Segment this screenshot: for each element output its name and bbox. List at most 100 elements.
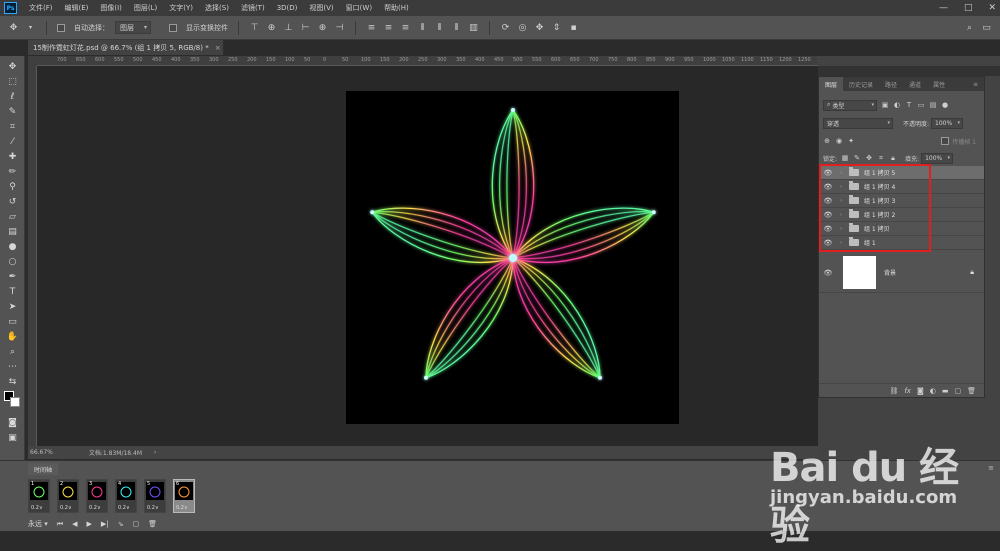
more-tools-icon[interactable]: ⋯ bbox=[4, 360, 21, 373]
horizontal-ruler[interactable]: 700 650 600 550 500 450 400 350 300 250 200 150 100 5… bbox=[37, 56, 818, 66]
lock-artboard-icon[interactable]: ⌗ bbox=[877, 154, 885, 162]
3d-slide-icon[interactable]: ⇕ bbox=[551, 22, 562, 33]
status-arrow-icon[interactable]: › bbox=[154, 449, 156, 456]
maximize-button[interactable]: □ bbox=[964, 3, 973, 13]
screen-mode-icon[interactable]: ▣ bbox=[4, 431, 21, 444]
visibility-eye-icon[interactable]: 👁︎ bbox=[823, 269, 833, 277]
zoom-tool-icon[interactable]: ⌕ bbox=[4, 345, 21, 358]
eyedropper-tool-icon[interactable]: ⁄ bbox=[4, 135, 21, 148]
play-icon[interactable]: ▶ bbox=[86, 520, 91, 528]
distribute-hcenter-icon[interactable]: ⦀ bbox=[434, 22, 445, 33]
first-frame-icon[interactable]: ⏮ bbox=[57, 520, 63, 529]
align-hcenter-icon[interactable]: ⊕ bbox=[317, 22, 328, 33]
filter-toggle-icon[interactable]: ● bbox=[941, 101, 949, 109]
propagate-checkbox[interactable] bbox=[941, 137, 952, 145]
frame-delay[interactable]: 0.2∨ bbox=[31, 505, 43, 511]
pen-tool-icon[interactable]: ✒ bbox=[4, 270, 21, 283]
3d-rotate-icon[interactable]: ⟳ bbox=[500, 22, 511, 33]
distribute-right-icon[interactable]: ⦀ bbox=[451, 22, 462, 33]
clone-stamp-tool-icon[interactable]: ⚲ bbox=[4, 180, 21, 193]
lasso-tool-icon[interactable]: ℓ bbox=[4, 90, 21, 103]
timeline-frame[interactable]: 4 0.2∨ bbox=[115, 479, 137, 513]
filter-adjustment-icon[interactable]: ◐ bbox=[893, 101, 901, 109]
tab-paths[interactable]: 路径 bbox=[879, 77, 903, 91]
unify-position-icon[interactable]: ⊕ bbox=[823, 137, 831, 145]
filter-type-icon[interactable]: T bbox=[905, 101, 913, 109]
menu-layer[interactable]: 图层(L) bbox=[128, 3, 163, 13]
background-color-swatch[interactable] bbox=[10, 397, 20, 407]
distribute-top-icon[interactable]: ≡ bbox=[366, 22, 377, 33]
align-bottom-icon[interactable]: ⊥ bbox=[283, 22, 294, 33]
type-tool-icon[interactable]: T bbox=[4, 285, 21, 298]
new-layer-icon[interactable]: ▢ bbox=[954, 387, 961, 395]
menu-file[interactable]: 文件(F) bbox=[23, 3, 59, 13]
menu-edit[interactable]: 编辑(E) bbox=[59, 3, 95, 13]
rectangle-tool-icon[interactable]: ▭ bbox=[4, 315, 21, 328]
gradient-tool-icon[interactable]: ▤ bbox=[4, 225, 21, 238]
close-window-button[interactable]: ✕ bbox=[988, 3, 996, 13]
distribute-left-icon[interactable]: ⦀ bbox=[417, 22, 428, 33]
align-vcenter-icon[interactable]: ⊕ bbox=[266, 22, 277, 33]
lock-image-icon[interactable]: ✎ bbox=[853, 154, 861, 162]
auto-align-icon[interactable]: ▥ bbox=[468, 22, 479, 33]
trash-icon[interactable]: 🗑︎ bbox=[967, 387, 976, 395]
blend-mode-dropdown[interactable]: 穿透 bbox=[823, 117, 893, 129]
marquee-tool-icon[interactable]: ⬚ bbox=[4, 75, 21, 88]
frame-delay[interactable]: 0.2∨ bbox=[118, 505, 130, 511]
link-layers-icon[interactable]: ⛓ bbox=[889, 387, 898, 395]
minimize-button[interactable]: — bbox=[939, 3, 948, 13]
frame-delay[interactable]: 0.2∨ bbox=[176, 505, 188, 511]
frame-delay[interactable]: 0.2∨ bbox=[147, 505, 159, 511]
filter-pixel-icon[interactable]: ▣ bbox=[881, 101, 889, 109]
panel-menu-icon[interactable]: ≡ bbox=[967, 77, 984, 91]
move-tool-icon[interactable]: ✥ bbox=[8, 22, 19, 33]
history-brush-tool-icon[interactable]: ↺ bbox=[4, 195, 21, 208]
panel-collapse-bar[interactable] bbox=[818, 66, 1000, 76]
filter-smart-object-icon[interactable]: ▤ bbox=[929, 101, 937, 109]
menu-select[interactable]: 选择(S) bbox=[199, 3, 235, 13]
add-mask-icon[interactable]: ◙ bbox=[917, 387, 924, 395]
menu-view[interactable]: 视图(V) bbox=[303, 3, 339, 13]
distribute-vcenter-icon[interactable]: ≡ bbox=[383, 22, 394, 33]
delete-frame-icon[interactable]: 🗑︎ bbox=[148, 520, 157, 528]
3d-scale-icon[interactable]: ▪ bbox=[568, 22, 579, 33]
loop-dropdown[interactable]: 永远 ▾ bbox=[28, 519, 48, 529]
path-selection-tool-icon[interactable]: ➤ bbox=[4, 300, 21, 313]
filter-shape-icon[interactable]: ▭ bbox=[917, 101, 925, 109]
auto-select-dropdown[interactable]: 图层 bbox=[115, 21, 151, 34]
ruler-origin[interactable] bbox=[28, 56, 37, 66]
healing-brush-tool-icon[interactable]: ✚ bbox=[4, 150, 21, 163]
tab-properties[interactable]: 属性 bbox=[927, 77, 951, 91]
brush-tool-icon[interactable]: ✏ bbox=[4, 165, 21, 178]
menu-type[interactable]: 文字(Y) bbox=[163, 3, 199, 13]
new-group-icon[interactable]: ▬ bbox=[942, 387, 949, 395]
timeline-frame[interactable]: 3 0.2∨ bbox=[86, 479, 108, 513]
lock-position-icon[interactable]: ✥ bbox=[865, 154, 873, 162]
blur-tool-icon[interactable]: ● bbox=[4, 240, 21, 253]
show-transform-checkbox[interactable] bbox=[169, 23, 180, 32]
dodge-tool-icon[interactable]: ○ bbox=[4, 255, 21, 268]
move-tool-icon[interactable]: ✥ bbox=[4, 60, 21, 73]
unify-style-icon[interactable]: ✦ bbox=[847, 137, 855, 145]
hand-tool-icon[interactable]: ✋ bbox=[4, 330, 21, 343]
previous-frame-icon[interactable]: ◀ bbox=[72, 520, 77, 528]
frame-delay[interactable]: 0.2∨ bbox=[60, 505, 72, 511]
unify-visibility-icon[interactable]: ◉ bbox=[835, 137, 843, 145]
3d-drag-icon[interactable]: ✥ bbox=[534, 22, 545, 33]
document-canvas[interactable] bbox=[346, 91, 679, 424]
quick-select-tool-icon[interactable]: ✎ bbox=[4, 105, 21, 118]
tool-preset-chevron-icon[interactable]: ▾ bbox=[25, 22, 36, 33]
auto-select-checkbox[interactable] bbox=[57, 23, 68, 32]
3d-roll-icon[interactable]: ◎ bbox=[517, 22, 528, 33]
zoom-level[interactable]: 66.67% bbox=[30, 449, 53, 456]
tween-icon[interactable]: ⇘ bbox=[118, 520, 124, 528]
align-left-icon[interactable]: ⊢ bbox=[300, 22, 311, 33]
fill-field[interactable]: 100% bbox=[921, 152, 954, 164]
menu-image[interactable]: 图像(I) bbox=[94, 3, 128, 13]
eraser-tool-icon[interactable]: ▱ bbox=[4, 210, 21, 223]
align-right-icon[interactable]: ⊣ bbox=[334, 22, 345, 33]
close-tab-icon[interactable]: × bbox=[215, 44, 221, 52]
vertical-ruler[interactable] bbox=[28, 66, 37, 446]
timeline-frame[interactable]: 1 0.2∨ bbox=[28, 479, 50, 513]
opacity-field[interactable]: 100% bbox=[931, 117, 964, 129]
